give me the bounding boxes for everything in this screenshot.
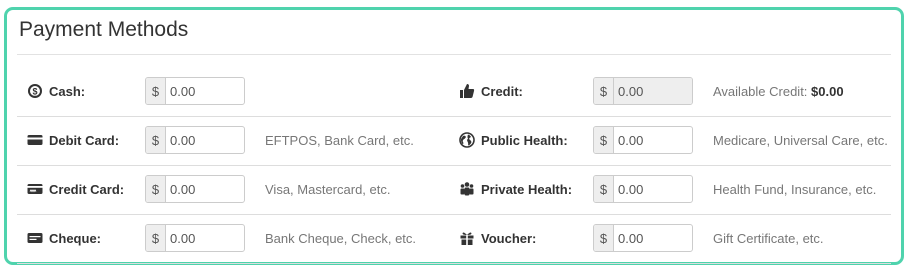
credit-card-amount-input[interactable] <box>166 176 244 202</box>
debit-card-method: Debit Card: $ EFTPOS, Bank Card, etc. <box>17 116 447 165</box>
cheque-icon <box>27 230 43 246</box>
cheque-amount-input[interactable] <box>166 225 244 251</box>
payment-row: $ Cash: $ Credit: $ Available Credit: <box>17 67 891 117</box>
currency-addon: $ <box>594 176 614 202</box>
card-icon <box>27 132 43 148</box>
private-health-method: Private Health: $ Health Fund, Insurance… <box>457 165 897 214</box>
cash-amount-input[interactable] <box>166 78 244 104</box>
debit-card-hint: EFTPOS, Bank Card, etc. <box>265 133 414 148</box>
cheque-hint: Bank Cheque, Check, etc. <box>265 231 417 246</box>
group-icon <box>459 181 475 197</box>
payment-methods-panel: Payment Methods $ Cash: $ Credit: <box>4 7 904 265</box>
globe-icon <box>459 132 475 148</box>
public-health-amount-input[interactable] <box>614 127 692 153</box>
credit-amount-input[interactable] <box>614 78 692 104</box>
debit-card-amount-group: $ <box>145 126 245 154</box>
credit-label-group: Credit: <box>459 83 523 99</box>
public-health-label-group: Public Health: <box>459 132 568 148</box>
public-health-amount-group: $ <box>593 126 693 154</box>
cash-method: $ Cash: $ <box>17 67 447 116</box>
credit-card-label: Credit Card: <box>49 181 125 197</box>
payment-row: Credit Card: $ Visa, Mastercard, etc. Pr… <box>17 165 891 215</box>
available-credit-value: $0.00 <box>811 84 844 99</box>
thumbs-up-icon <box>459 83 475 99</box>
cash-label: Cash: <box>49 83 86 99</box>
currency-addon: $ <box>594 78 614 104</box>
private-health-amount-input[interactable] <box>614 176 692 202</box>
credit-amount-group: $ <box>593 77 693 105</box>
svg-text:$: $ <box>32 87 37 97</box>
voucher-hint: Gift Certificate, etc. <box>713 231 824 246</box>
credit-label: Credit: <box>481 83 523 99</box>
currency-addon: $ <box>146 176 166 202</box>
available-credit: Available Credit: $0.00 <box>713 84 844 99</box>
voucher-amount-input[interactable] <box>614 225 692 251</box>
gift-icon <box>459 230 475 246</box>
currency-addon: $ <box>146 127 166 153</box>
title-divider <box>17 54 891 55</box>
credit-card-method: Credit Card: $ Visa, Mastercard, etc. <box>17 165 447 214</box>
public-health-method: Public Health: $ Medicare, Universal Car… <box>457 116 897 165</box>
currency-addon: $ <box>146 78 166 104</box>
currency-addon: $ <box>594 225 614 251</box>
credit-method: Credit: $ Available Credit: $0.00 <box>457 67 897 116</box>
currency-addon: $ <box>146 225 166 251</box>
private-health-label-group: Private Health: <box>459 181 572 197</box>
debit-card-label: Debit Card: <box>49 132 120 148</box>
private-health-amount-group: $ <box>593 175 693 203</box>
panel-title: Payment Methods <box>19 18 189 41</box>
public-health-hint: Medicare, Universal Care, etc. <box>713 133 888 148</box>
cash-coin-icon: $ <box>27 83 43 99</box>
debit-card-label-group: Debit Card: <box>27 132 119 148</box>
cheque-label: Cheque: <box>49 230 101 246</box>
public-health-label: Public Health: <box>481 132 568 148</box>
private-health-label: Private Health: <box>481 181 573 197</box>
voucher-label: Voucher: <box>481 230 537 246</box>
payment-row: Debit Card: $ EFTPOS, Bank Card, etc. Pu… <box>17 116 891 166</box>
credit-card-hint: Visa, Mastercard, etc. <box>265 182 391 197</box>
payment-row: Cheque: $ Bank Cheque, Check, etc. Vouch… <box>17 214 891 264</box>
voucher-amount-group: $ <box>593 224 693 252</box>
debit-card-amount-input[interactable] <box>166 127 244 153</box>
available-credit-label: Available Credit: <box>713 84 808 99</box>
private-health-hint: Health Fund, Insurance, etc. <box>713 182 877 197</box>
cash-label-group: $ Cash: <box>27 83 85 99</box>
cheque-method: Cheque: $ Bank Cheque, Check, etc. <box>17 214 447 263</box>
cheque-label-group: Cheque: <box>27 230 101 246</box>
cheque-amount-group: $ <box>145 224 245 252</box>
cash-amount-group: $ <box>145 77 245 105</box>
credit-card-icon <box>27 181 43 197</box>
credit-card-amount-group: $ <box>145 175 245 203</box>
voucher-method: Voucher: $ Gift Certificate, etc. <box>457 214 897 263</box>
credit-card-label-group: Credit Card: <box>27 181 124 197</box>
currency-addon: $ <box>594 127 614 153</box>
voucher-label-group: Voucher: <box>459 230 536 246</box>
